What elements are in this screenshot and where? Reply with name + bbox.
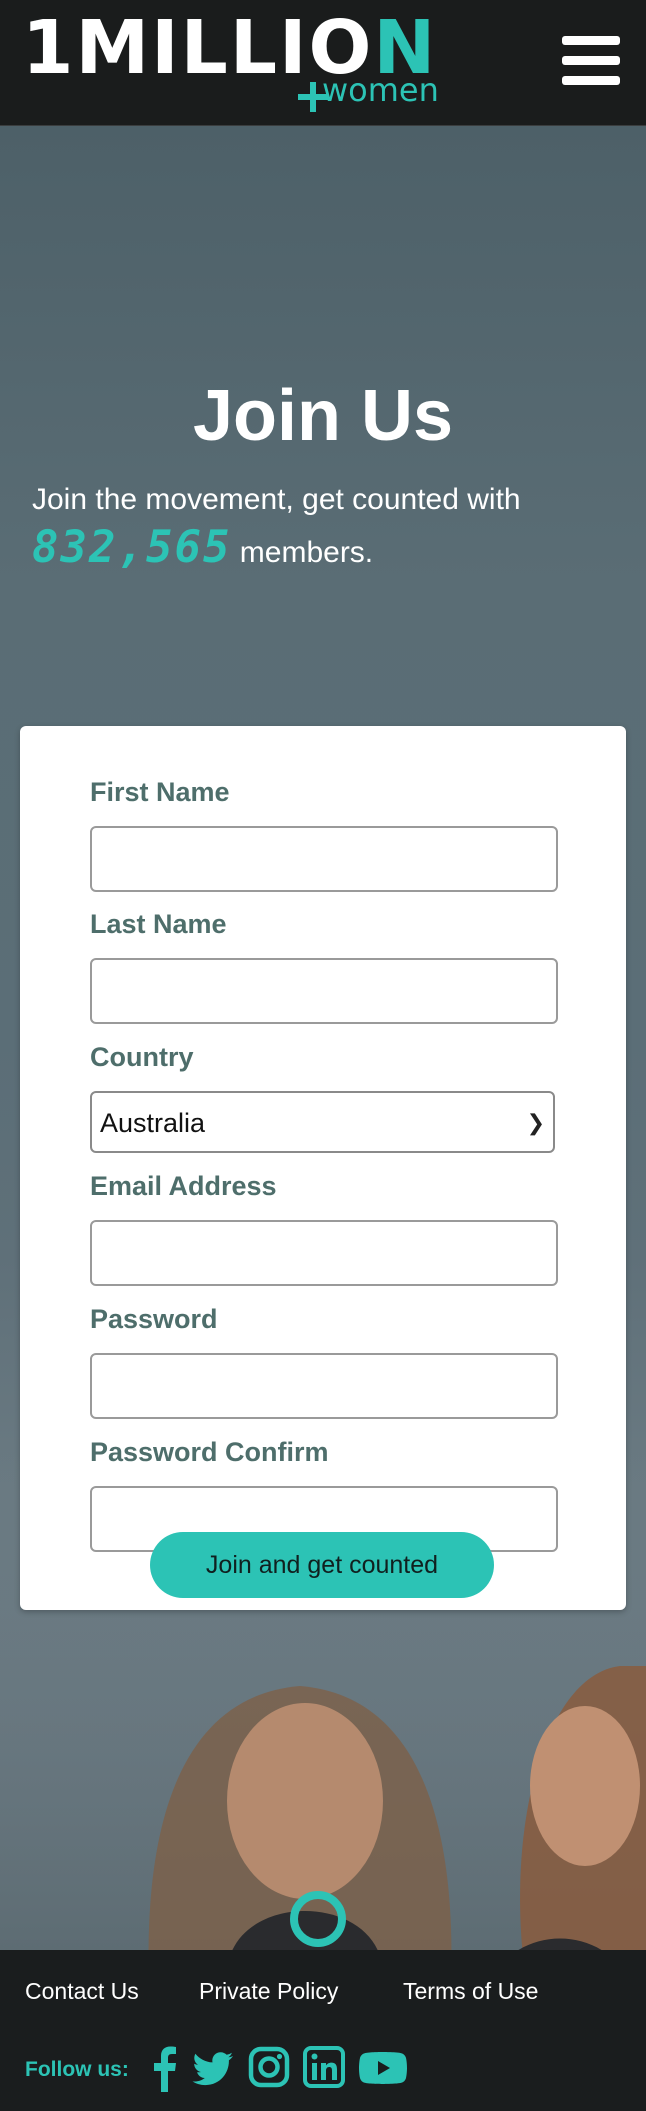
- password-confirm-label: Password Confirm: [90, 1437, 329, 1467]
- private-policy-link[interactable]: Private Policy: [199, 1976, 338, 2006]
- linkedin-icon[interactable]: [303, 2044, 345, 2092]
- page-title: Join Us: [192, 376, 454, 456]
- chevron-down-icon: ❯: [526, 1110, 545, 1135]
- password-label: Password: [90, 1304, 218, 1334]
- site-header: 1MILLION women: [0, 0, 646, 126]
- menu-icon-bar: [562, 56, 620, 65]
- country-select-value: Australia: [100, 1108, 206, 1138]
- first-name-input[interactable]: [90, 826, 558, 892]
- hamburger-menu-button[interactable]: [562, 36, 620, 86]
- country-select[interactable]: Australia ❯: [90, 1091, 555, 1153]
- contact-us-link[interactable]: Contact Us: [25, 1976, 139, 2006]
- logo-women-text: women: [322, 71, 439, 109]
- menu-icon-bar: [562, 76, 620, 85]
- subtitle-text: Join the movement, get counted with: [32, 483, 521, 516]
- hero-section: Join Us Join the movement, get counted w…: [0, 126, 646, 1950]
- last-name-label: Last Name: [90, 909, 227, 939]
- youtube-icon[interactable]: [358, 2044, 408, 2092]
- hero-subtitle: Join the movement, get counted with 832,…: [32, 476, 622, 577]
- signup-form-card: First Name Last Name Country Australia ❯…: [20, 726, 626, 1610]
- subtitle-suffix: members.: [239, 536, 374, 569]
- join-submit-button[interactable]: Join and get counted: [150, 1532, 494, 1598]
- terms-of-use-link[interactable]: Terms of Use: [403, 1976, 538, 2006]
- member-count: 832,565: [32, 522, 232, 573]
- instagram-icon[interactable]: [248, 2044, 290, 2092]
- password-input[interactable]: [90, 1353, 558, 1419]
- email-label: Email Address: [90, 1171, 277, 1201]
- first-name-label: First Name: [90, 777, 230, 807]
- site-footer: Contact Us Private Policy Terms of Use F…: [0, 1950, 646, 2111]
- twitter-icon[interactable]: [192, 2044, 234, 2092]
- email-input[interactable]: [90, 1220, 558, 1286]
- facebook-icon[interactable]: [150, 2044, 178, 2092]
- last-name-input[interactable]: [90, 958, 558, 1024]
- follow-us-label: Follow us:: [25, 2058, 129, 2081]
- site-logo[interactable]: 1MILLION women: [22, 8, 442, 112]
- menu-icon-bar: [562, 36, 620, 45]
- country-label: Country: [90, 1042, 194, 1072]
